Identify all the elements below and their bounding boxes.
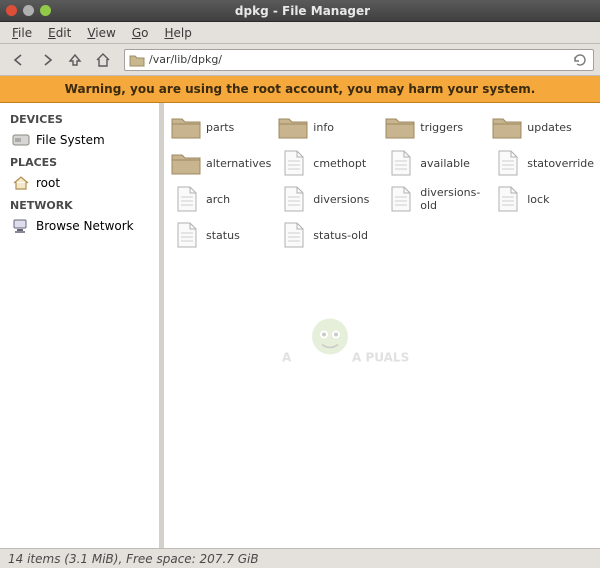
file-item-status[interactable]: status (168, 219, 273, 251)
sidebar-label: root (36, 176, 60, 190)
watermark: A A PUALS (282, 306, 482, 389)
item-label: status-old (313, 229, 368, 242)
svg-text:A: A (282, 350, 292, 364)
up-button[interactable] (62, 47, 88, 73)
file-icon (491, 149, 523, 177)
path-text: /var/lib/dpkg/ (149, 53, 567, 66)
drive-icon (12, 132, 30, 148)
sidebar-head-places: PLACES (4, 152, 155, 171)
window: dpkg - File Manager File Edit View Go He… (0, 0, 600, 568)
sidebar: DEVICES File System PLACES root NETWORK … (0, 103, 160, 548)
folder-icon (491, 113, 523, 141)
file-item-status-old[interactable]: status-old (275, 219, 380, 251)
item-label: lock (527, 193, 549, 206)
status-text: 14 items (3.1 MiB), Free space: 207.7 Gi… (8, 552, 259, 566)
forward-icon (38, 51, 56, 69)
maximize-button[interactable] (40, 5, 51, 16)
window-controls (6, 5, 51, 16)
folder-icon (384, 113, 416, 141)
root-warning: Warning, you are using the root account,… (0, 76, 600, 103)
sidebar-item-filesystem[interactable]: File System (4, 128, 155, 152)
item-label: arch (206, 193, 230, 206)
back-button[interactable] (6, 47, 32, 73)
titlebar[interactable]: dpkg - File Manager (0, 0, 600, 22)
item-label: diversions (313, 193, 369, 206)
folder-item-triggers[interactable]: triggers (382, 111, 487, 143)
item-label: statoverride (527, 157, 594, 170)
folder-item-updates[interactable]: updates (489, 111, 596, 143)
item-label: updates (527, 121, 572, 134)
menubar: File Edit View Go Help (0, 22, 600, 44)
item-label: diversions-old (420, 186, 485, 212)
item-label: cmethopt (313, 157, 366, 170)
file-icon (277, 149, 309, 177)
window-title: dpkg - File Manager (51, 4, 554, 18)
file-item-diversions[interactable]: diversions (275, 183, 380, 215)
item-label: triggers (420, 121, 463, 134)
file-icon (491, 185, 523, 213)
close-button[interactable] (6, 5, 17, 16)
folder-item-info[interactable]: info (275, 111, 380, 143)
sidebar-label: Browse Network (36, 219, 134, 233)
file-item-statoverride[interactable]: statoverride (489, 147, 596, 179)
refresh-icon (573, 53, 587, 67)
file-icon (384, 149, 416, 177)
refresh-button[interactable] (571, 51, 589, 69)
up-icon (66, 51, 84, 69)
menu-file[interactable]: File (4, 24, 40, 42)
file-icon (384, 185, 416, 213)
menu-view[interactable]: View (79, 24, 123, 42)
item-label: info (313, 121, 334, 134)
body: DEVICES File System PLACES root NETWORK … (0, 103, 600, 548)
sidebar-item-root[interactable]: root (4, 171, 155, 195)
file-icon (170, 221, 202, 249)
file-icon (277, 185, 309, 213)
folder-icon (170, 149, 202, 177)
forward-button[interactable] (34, 47, 60, 73)
item-label: parts (206, 121, 234, 134)
toolbar: /var/lib/dpkg/ (0, 44, 600, 76)
folder-icon (277, 113, 309, 141)
file-item-cmethopt[interactable]: cmethopt (275, 147, 380, 179)
home-button[interactable] (90, 47, 116, 73)
statusbar: 14 items (3.1 MiB), Free space: 207.7 Gi… (0, 548, 600, 568)
file-item-available[interactable]: available (382, 147, 487, 179)
item-label: status (206, 229, 240, 242)
network-icon (12, 218, 30, 234)
back-icon (10, 51, 28, 69)
file-view[interactable]: parts info triggers updates alternatives cmet… (164, 103, 600, 548)
file-item-diversions-old[interactable]: diversions-old (382, 183, 487, 215)
folder-item-alternatives[interactable]: alternatives (168, 147, 273, 179)
folder-icon (170, 113, 202, 141)
sidebar-item-browse-network[interactable]: Browse Network (4, 214, 155, 238)
item-label: alternatives (206, 157, 271, 170)
menu-go[interactable]: Go (124, 24, 157, 42)
item-label: available (420, 157, 470, 170)
file-icon (170, 185, 202, 213)
path-bar[interactable]: /var/lib/dpkg/ (124, 49, 594, 71)
file-icon (277, 221, 309, 249)
home-icon (12, 175, 30, 191)
folder-item-parts[interactable]: parts (168, 111, 273, 143)
menu-help[interactable]: Help (156, 24, 199, 42)
folder-icon (129, 53, 145, 67)
file-item-arch[interactable]: arch (168, 183, 273, 215)
menu-edit[interactable]: Edit (40, 24, 79, 42)
home-icon (94, 51, 112, 69)
sidebar-head-network: NETWORK (4, 195, 155, 214)
file-grid: parts info triggers updates alternatives cmet… (168, 111, 596, 251)
sidebar-head-devices: DEVICES (4, 109, 155, 128)
file-item-lock[interactable]: lock (489, 183, 596, 215)
sidebar-label: File System (36, 133, 105, 147)
svg-text:A PUALS: A PUALS (352, 350, 409, 364)
minimize-button[interactable] (23, 5, 34, 16)
